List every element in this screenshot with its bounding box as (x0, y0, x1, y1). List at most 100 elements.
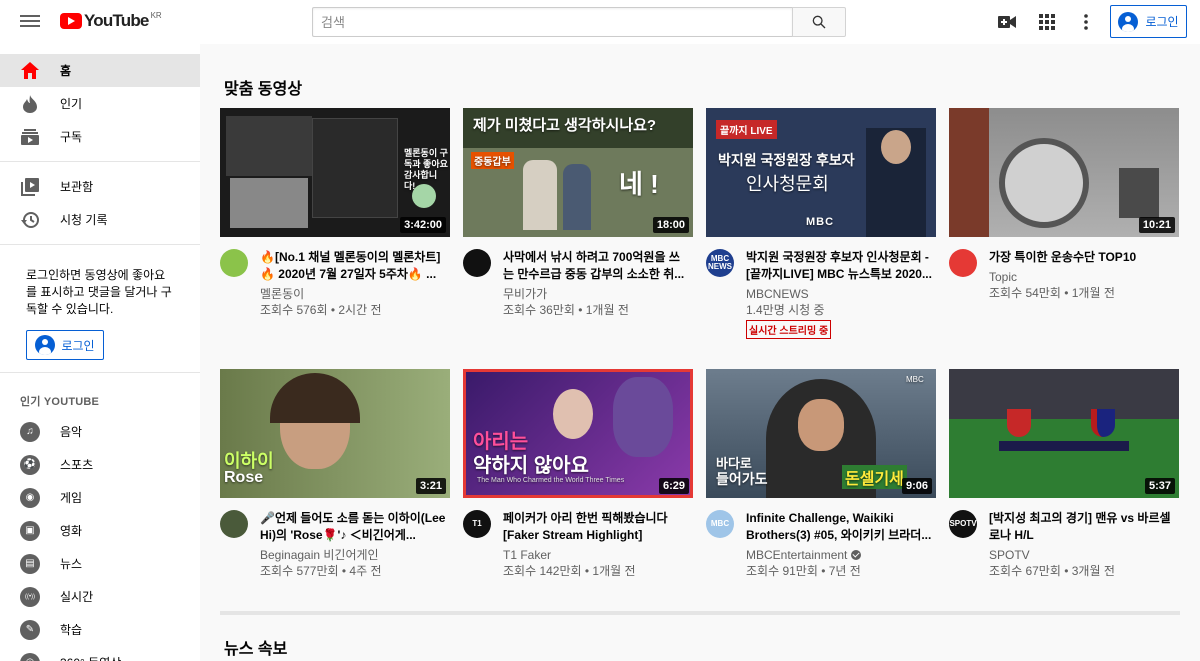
sidebar-divider (0, 161, 200, 162)
channel-avatar[interactable] (463, 249, 491, 277)
video-title[interactable]: Infinite Challenge, Waikiki Brothers(3) … (746, 510, 932, 544)
video-stats: 1.4만명 시청 중 (746, 303, 825, 317)
video-title[interactable]: 페이커가 아리 한번 픽해봤습니다 [Faker Stream Highligh… (503, 510, 689, 544)
section-title: 맞춤 동영상 (224, 81, 303, 98)
video-title[interactable]: 박지원 국정원장 후보자 인사청문회 - [끝까지LIVE] MBC 뉴스특보 … (746, 249, 932, 283)
channel-name[interactable]: MBCNEWS (746, 286, 932, 302)
sidebar-item-library[interactable]: 보관함 (0, 170, 200, 203)
video-thumbnail[interactable]: 5:37 (949, 369, 1179, 498)
video-grid-row: 이하이 Rose 3:21 🎤언제 들어도 소름 돋는 이하이(Lee Hi)의 'R… (220, 369, 1179, 579)
learning-icon: ✎ (20, 619, 40, 640)
channel-avatar[interactable]: MBC (706, 510, 734, 538)
video-thumbnail[interactable]: 제가 미쳤다고 생각하시나요? 중동갑부 네 ! 18:00 (463, 108, 693, 237)
channel-name[interactable]: T1 Faker (503, 547, 689, 563)
sidebar-item-category[interactable]: ▣ 영화 (0, 514, 200, 547)
video-card[interactable]: 끝까지 LIVE 박지원 국정원장 후보자 인사청문회 MBC MBC NEWS 박지원 … (706, 108, 936, 339)
sidebar-item-category[interactable]: ♫ 음악 (0, 415, 200, 448)
video-thumbnail[interactable]: 10:21 (949, 108, 1179, 237)
sidebar-item-category[interactable]: ((•)) 실시간 (0, 580, 200, 613)
channel-avatar-text: T1 (472, 519, 482, 528)
video-thumbnail[interactable]: 아리는 약하지 않아요 The Man Who Charmed the World … (463, 369, 693, 498)
sidebar-item-category[interactable]: ⚽ 스포츠 (0, 448, 200, 481)
gaming-icon: ◉ (20, 487, 40, 508)
video-card[interactable]: 5:37 SPOTV [박지성 최고의 경기] 맨유 vs 바르셀로나 H/L SPO… (949, 369, 1179, 579)
menu-icon[interactable] (18, 12, 42, 32)
sidebar-item-category[interactable]: ◉ 게임 (0, 481, 200, 514)
thumb-caption-2: Rose (224, 469, 264, 486)
signin-label: 로그인 (61, 338, 95, 353)
channel-name[interactable]: 무비가가 (503, 286, 689, 302)
channel-avatar-text: MBC NEWS (708, 254, 732, 271)
sidebar-item-trending[interactable]: 인기 (0, 87, 200, 120)
sidebar-item-label: 영화 (60, 524, 83, 538)
apps-icon[interactable] (1036, 11, 1058, 33)
sidebar-item-subscriptions[interactable]: 구독 (0, 120, 200, 153)
thumb-logo: MBC (906, 375, 924, 384)
sidebar: 홈 인기 구독 보관함 시청 기록 로그인하면 동영상에 좋아요를 표시하고 댓… (0, 44, 200, 661)
video-duration: 5:37 (1144, 478, 1175, 494)
channel-name[interactable]: Topic (989, 269, 1175, 285)
channel-avatar[interactable] (220, 510, 248, 538)
video-duration: 3:21 (415, 478, 446, 494)
sidebar-item-category[interactable]: ✎ 학습 (0, 613, 200, 646)
channel-name-text: 무비가가 (503, 287, 548, 301)
video-duration: 6:29 (658, 478, 689, 494)
sidebar-signin-button[interactable]: 로그인 (26, 330, 104, 360)
video-thumbnail[interactable]: 이하이 Rose 3:21 (220, 369, 450, 498)
channel-name-text: T1 Faker (503, 548, 552, 562)
channel-avatar[interactable]: MBC NEWS (706, 249, 734, 277)
create-video-icon[interactable] (996, 11, 1018, 33)
youtube-logo[interactable]: YouTube KR (60, 11, 162, 31)
news-icon: ▤ (20, 553, 40, 574)
sidebar-item-history[interactable]: 시청 기록 (0, 203, 200, 236)
channel-name[interactable]: Beginagain 비긴어게인 (260, 547, 446, 563)
thumb-caption-3: 네 ! (619, 169, 659, 199)
video-duration: 18:00 (652, 217, 689, 233)
video-card[interactable]: 10:21 가장 특이한 운송수단 TOP10 Topic 조회수 54만회 • 1개… (949, 108, 1179, 339)
sidebar-item-label: 게임 (60, 491, 83, 505)
movies-icon: ▣ (20, 520, 40, 541)
sidebar-item-category[interactable]: ◎ 360° 동영상 (0, 646, 200, 661)
sidebar-item-home[interactable]: 홈 (0, 54, 200, 87)
top-header: YouTube KR 로그인 (0, 0, 1200, 44)
sidebar-divider (0, 372, 200, 373)
thumb-caption-2: 들어가도 (716, 471, 768, 487)
header-signin-button[interactable]: 로그인 (1110, 5, 1187, 38)
sidebar-item-category[interactable]: ▤ 뉴스 (0, 547, 200, 580)
video-title[interactable]: [박지성 최고의 경기] 맨유 vs 바르셀로나 H/L (989, 510, 1175, 544)
search-button[interactable] (792, 7, 846, 37)
video-stats: 조회수 142만회 • 1개월 전 (503, 564, 636, 578)
sidebar-item-label: 구독 (60, 130, 83, 144)
video-thumbnail[interactable]: 끝까지 LIVE 박지원 국정원장 후보자 인사청문회 MBC (706, 108, 936, 237)
video-title[interactable]: 가장 특이한 운송수단 TOP10 (989, 249, 1175, 266)
video-title[interactable]: 🎤언제 들어도 소름 돋는 이하이(Lee Hi)의 'Rose🌹'♪ ＜비긴어… (260, 510, 446, 544)
search-input[interactable] (312, 7, 792, 37)
video-card[interactable]: 제가 미쳤다고 생각하시나요? 중동갑부 네 ! 18:00 사막에서 낚시 하려고 7… (463, 108, 693, 339)
channel-avatar-text: MBC (710, 519, 730, 528)
thumb-logo: MBC (806, 216, 835, 228)
settings-more-icon[interactable] (1075, 11, 1097, 33)
video-card[interactable]: MBC 바다로 들어가도 돈셀기세 9:06 MBC Infinite Challenge,… (706, 369, 936, 579)
channel-name[interactable]: 멜론동이 (260, 286, 446, 302)
channel-avatar[interactable] (220, 249, 248, 277)
account-icon (1118, 11, 1139, 32)
thumb-caption-3: 돈셀기세 (842, 465, 907, 489)
video-card[interactable]: 이하이 Rose 3:21 🎤언제 들어도 소름 돋는 이하이(Lee Hi)의 'R… (220, 369, 450, 579)
youtube-play-icon (60, 13, 82, 29)
channel-name[interactable]: SPOTV (989, 547, 1175, 563)
video-title[interactable]: 🔥[No.1 채널 멜론동이의 멜론차트] 🔥 2020년 7월 27일자 5주… (260, 249, 446, 283)
channel-avatar[interactable]: SPOTV (949, 510, 977, 538)
verified-icon (851, 550, 862, 560)
video-thumbnail[interactable]: MBC 바다로 들어가도 돈셀기세 9:06 (706, 369, 936, 498)
video-card[interactable]: 멜론동이 구독과 좋아요 감사합니다! 3:42:00 🔥[No.1 채널 멜론동이… (220, 108, 450, 339)
video-card[interactable]: 아리는 약하지 않아요 The Man Who Charmed the World … (463, 369, 693, 579)
music-icon: ♫ (20, 421, 40, 442)
channel-name[interactable]: MBCEntertainment (746, 547, 932, 563)
video-title[interactable]: 사막에서 낚시 하려고 700억원을 쓰는 만수르급 중동 갑부의 소소한 취.… (503, 249, 689, 283)
channel-avatar[interactable]: T1 (463, 510, 491, 538)
channel-avatar[interactable] (949, 249, 977, 277)
video-stats: 조회수 577만회 • 4주 전 (260, 564, 382, 578)
video-thumbnail[interactable]: 멜론동이 구독과 좋아요 감사합니다! 3:42:00 (220, 108, 450, 237)
360-icon: ◎ (20, 652, 40, 661)
sidebar-item-label: 뉴스 (60, 557, 83, 571)
